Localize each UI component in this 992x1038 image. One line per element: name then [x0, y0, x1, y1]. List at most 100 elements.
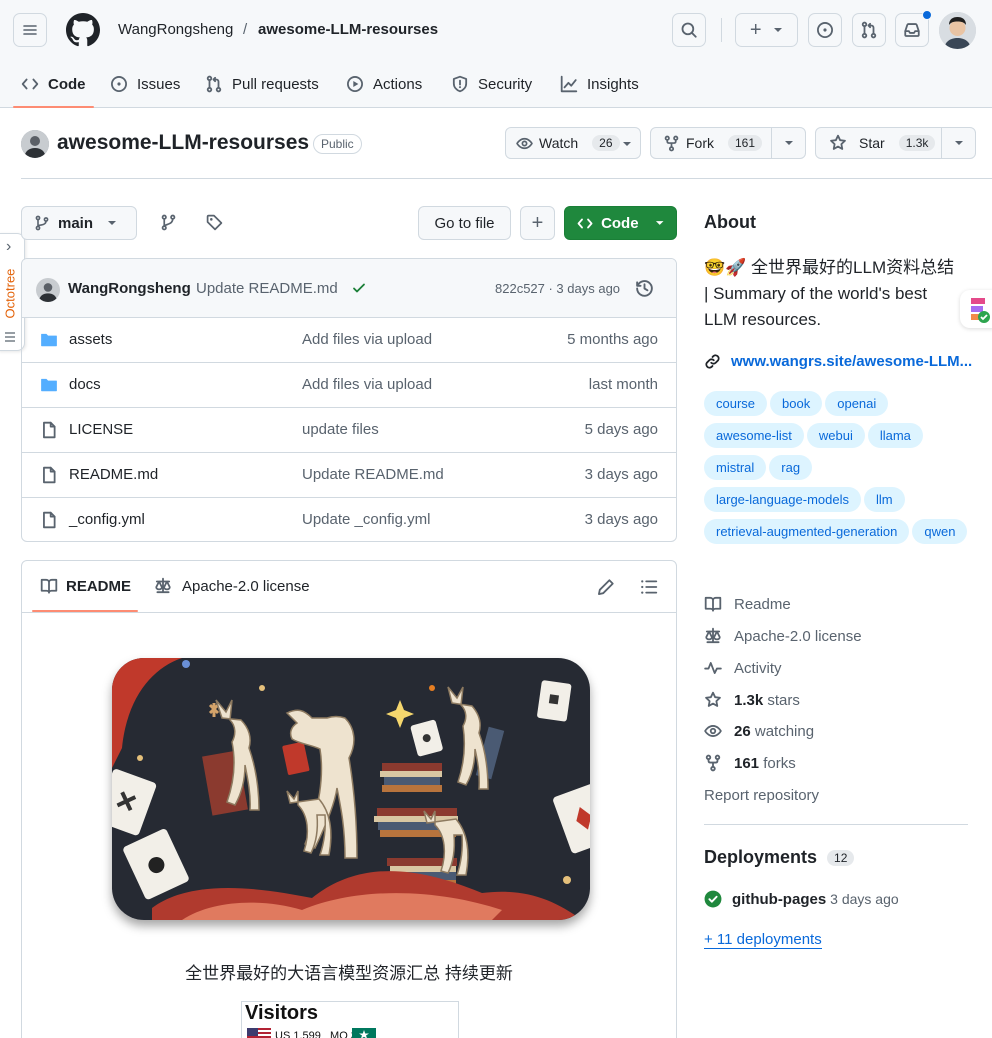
sidebar-readme-link[interactable]: Readme: [704, 595, 791, 613]
sidebar-divider: [704, 824, 968, 825]
file-commit-message[interactable]: Update _config.yml: [302, 511, 430, 528]
tab-label: Issues: [137, 75, 181, 93]
pull-request-icon: [206, 75, 222, 93]
watch-button[interactable]: Watch 26: [505, 127, 641, 159]
watch-count: 26: [592, 135, 620, 151]
inbox-icon: [904, 23, 920, 37]
history-icon[interactable]: [635, 279, 654, 298]
topic-tag[interactable]: llama: [867, 423, 923, 448]
menu-button[interactable]: [13, 13, 47, 47]
code-dropdown-button[interactable]: Code: [564, 206, 677, 240]
create-new-button[interactable]: +: [735, 13, 798, 47]
more-deployments-link[interactable]: + 11 deployments: [704, 931, 822, 949]
github-logo-icon[interactable]: [66, 13, 100, 47]
owner-avatar[interactable]: [21, 130, 49, 158]
floating-extension-button[interactable]: [960, 290, 992, 328]
sidebar-activity-link[interactable]: Activity: [704, 659, 782, 677]
topic-tag[interactable]: rag: [769, 455, 813, 480]
repo-title[interactable]: awesome-LLM-resourses: [57, 131, 309, 155]
report-repository-link[interactable]: Report repository: [704, 787, 819, 804]
topic-tag[interactable]: book: [770, 391, 823, 416]
file-name[interactable]: _config.yml: [69, 511, 145, 528]
tags-link[interactable]: [206, 214, 223, 231]
fork-button[interactable]: Fork 161: [650, 127, 806, 159]
pull-requests-button[interactable]: [852, 13, 886, 47]
file-commit-message[interactable]: Add files via upload: [302, 376, 432, 393]
tab-issues[interactable]: Issues: [110, 68, 180, 100]
topic-tag[interactable]: awesome-list: [704, 423, 804, 448]
sidebar-forks-link[interactable]: 161 forks: [704, 754, 796, 772]
star-label: Star: [859, 135, 885, 151]
breadcrumb-repo[interactable]: awesome-LLM-resourses: [258, 21, 438, 38]
link-icon: [705, 354, 720, 369]
pencil-icon[interactable]: [597, 578, 615, 596]
deployments-heading[interactable]: Deployments 12: [704, 847, 855, 868]
play-icon: [347, 76, 363, 92]
star-dropdown[interactable]: [941, 128, 975, 158]
list-unordered-icon[interactable]: [640, 578, 658, 596]
branch-selector[interactable]: main: [21, 206, 137, 240]
add-file-button[interactable]: +: [520, 206, 555, 240]
law-icon: [705, 627, 721, 644]
commit-hash-time[interactable]: 822c527 · 3 days ago: [495, 281, 620, 296]
file-icon: [43, 511, 56, 529]
branch-icon: [161, 214, 176, 231]
visitors-badge: Visitors US 1,599 MO 3: [241, 1001, 459, 1038]
sidebar-watching-link[interactable]: 26 watching: [704, 722, 814, 740]
sidebar-license-link[interactable]: Apache-2.0 license: [704, 627, 862, 645]
octotree-drag-icon: [5, 332, 15, 342]
deployment-item[interactable]: github-pages 3 days ago: [704, 890, 899, 908]
code-icon: [21, 78, 39, 90]
search-button[interactable]: [672, 13, 706, 47]
sidebar-stars-link[interactable]: 1.3k stars: [704, 691, 800, 709]
visibility-badge: Public: [313, 134, 362, 154]
about-description-line: 🤓🚀 全世界最好的LLM资料总结: [704, 258, 955, 277]
file-row[interactable]: _config.yml Update _config.yml 3 days ago: [22, 498, 676, 541]
fork-dropdown[interactable]: [771, 128, 805, 158]
breadcrumb-owner[interactable]: WangRongsheng: [118, 21, 233, 38]
file-row[interactable]: docs Add files via upload last month: [22, 363, 676, 408]
file-name[interactable]: README.md: [69, 466, 158, 483]
branches-link[interactable]: [160, 214, 177, 231]
file-name[interactable]: docs: [69, 376, 101, 393]
file-name[interactable]: assets: [69, 331, 112, 348]
file-commit-message[interactable]: update files: [302, 421, 379, 438]
user-avatar[interactable]: [939, 12, 976, 49]
caret-down-icon: [784, 141, 793, 145]
file-commit-message[interactable]: Add files via upload: [302, 331, 432, 348]
go-to-file-button[interactable]: Go to file: [418, 206, 511, 240]
file-row[interactable]: README.md Update README.md 3 days ago: [22, 453, 676, 498]
tab-actions[interactable]: Actions: [346, 68, 422, 100]
topic-tag[interactable]: llm: [863, 487, 905, 512]
tab-insights[interactable]: Insights: [560, 68, 639, 100]
tab-security[interactable]: Security: [451, 68, 532, 100]
star-icon: [830, 134, 846, 150]
breadcrumb-separator: /: [243, 21, 248, 38]
star-button[interactable]: Star 1.3k: [815, 127, 976, 159]
topic-tag[interactable]: retrieval-augmented-generation: [704, 519, 910, 544]
tab-code[interactable]: Code: [13, 68, 93, 108]
commit-author-avatar[interactable]: [36, 278, 60, 302]
commit-author[interactable]: WangRongsheng: [68, 280, 191, 297]
readme-caption: 全世界最好的大语言模型资源汇总 持续更新: [185, 964, 513, 983]
topic-tag[interactable]: openai: [825, 391, 889, 416]
topic-tag[interactable]: course: [704, 391, 768, 416]
tab-pull-requests[interactable]: Pull requests: [205, 68, 319, 100]
license-tab[interactable]: Apache-2.0 license: [154, 577, 310, 595]
check-icon[interactable]: [351, 280, 367, 296]
topic-tag[interactable]: webui: [806, 423, 865, 448]
issues-button[interactable]: [808, 13, 842, 47]
topic-tag[interactable]: qwen: [912, 519, 968, 544]
fork-icon: [664, 135, 679, 151]
commit-message[interactable]: Update README.md: [196, 280, 338, 297]
caret-down-icon: [774, 28, 783, 32]
file-row[interactable]: LICENSE update files 5 days ago: [22, 408, 676, 453]
file-name[interactable]: LICENSE: [69, 421, 133, 438]
topic-tag[interactable]: mistral: [704, 455, 767, 480]
file-commit-message[interactable]: Update README.md: [302, 466, 444, 483]
topic-tag[interactable]: large-language-models: [704, 487, 861, 512]
readme-tab[interactable]: README: [40, 577, 131, 595]
file-row[interactable]: assets Add files via upload 5 months ago: [22, 318, 676, 363]
website-link[interactable]: www.wangrs.site/awesome-LLM...: [704, 353, 972, 370]
fork-icon: [705, 754, 721, 772]
